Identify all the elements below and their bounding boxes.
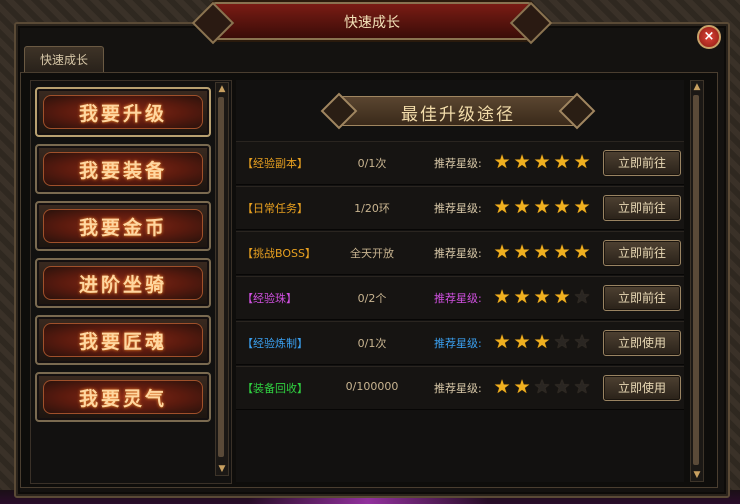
star-icon: ★ bbox=[493, 331, 511, 353]
route-action-button[interactable]: 立即使用 bbox=[603, 330, 681, 356]
menu-button-level-up[interactable]: 我要升级 bbox=[35, 87, 211, 137]
recommended-rating-label: 推荐星级: bbox=[434, 202, 482, 215]
menu-button-craft-soul[interactable]: 我要匠魂 bbox=[35, 315, 211, 365]
recommended-rating-label: 推荐星级: bbox=[434, 157, 482, 170]
star-icon: ★ bbox=[553, 331, 571, 353]
menu-button-label: 进阶坐骑 bbox=[78, 274, 167, 296]
scrollbar-thumb[interactable] bbox=[218, 97, 224, 457]
route-action-button[interactable]: 立即使用 bbox=[603, 375, 681, 401]
star-rating: ★ ★ ★ ★ ★ bbox=[492, 152, 592, 172]
menu-button-equipment[interactable]: 我要装备 bbox=[35, 144, 211, 194]
menu-button-mount[interactable]: 进阶坐骑 bbox=[35, 258, 211, 308]
star-rating: ★ ★ ★ ★ ★ bbox=[492, 242, 592, 262]
route-progress: 全天开放 bbox=[350, 247, 394, 260]
banner-title: 最佳升级途径 bbox=[401, 105, 515, 125]
star-icon: ★ bbox=[513, 376, 531, 398]
star-icon: ★ bbox=[533, 331, 551, 353]
star-icon: ★ bbox=[553, 241, 571, 263]
route-action-button[interactable]: 立即前往 bbox=[603, 285, 681, 311]
route-name: 【挑战BOSS】 bbox=[242, 247, 316, 260]
star-icon: ★ bbox=[553, 376, 571, 398]
route-name: 【日常任务】 bbox=[242, 202, 308, 215]
menu-button-label: 我要匠魂 bbox=[78, 331, 167, 353]
recommended-rating-label: 推荐星级: bbox=[434, 382, 482, 395]
star-icon: ★ bbox=[573, 376, 591, 398]
route-row: 【装备回收】 0/100000 推荐星级: ★ ★ ★ ★ ★ 立即使用 bbox=[236, 366, 684, 410]
route-panel: 最佳升级途径 【经验副本】 0/1次 推荐星级: ★ ★ ★ ★ ★ 立即前往 【日常任务】 1/2… bbox=[236, 80, 684, 482]
route-action-button[interactable]: 立即前往 bbox=[603, 150, 681, 176]
star-icon: ★ bbox=[533, 376, 551, 398]
star-icon: ★ bbox=[533, 286, 551, 308]
recommended-rating-label: 推荐星级: bbox=[434, 292, 482, 305]
window-titlebar: 快速成长 bbox=[191, 1, 553, 45]
star-icon: ★ bbox=[513, 286, 531, 308]
route-name: 【经验炼制】 bbox=[242, 337, 308, 350]
arrow-down-icon[interactable]: ▼ bbox=[216, 463, 228, 475]
star-icon: ★ bbox=[533, 241, 551, 263]
scrollbar-thumb[interactable] bbox=[693, 95, 699, 465]
star-icon: ★ bbox=[493, 196, 511, 218]
star-icon: ★ bbox=[513, 241, 531, 263]
menu-button-label: 我要灵气 bbox=[78, 388, 167, 410]
close-icon[interactable]: × bbox=[697, 25, 721, 49]
route-name: 【装备回收】 bbox=[242, 382, 308, 395]
route-progress: 0/100000 bbox=[345, 380, 399, 393]
star-icon: ★ bbox=[573, 331, 591, 353]
route-row: 【挑战BOSS】 全天开放 推荐星级: ★ ★ ★ ★ ★ 立即前往 bbox=[236, 231, 684, 275]
arrow-up-icon[interactable]: ▲ bbox=[216, 83, 228, 95]
star-icon: ★ bbox=[533, 151, 551, 173]
star-icon: ★ bbox=[553, 286, 571, 308]
recommended-rating-label: 推荐星级: bbox=[434, 337, 482, 350]
star-icon: ★ bbox=[493, 286, 511, 308]
route-row: 【经验珠】 0/2个 推荐星级: ★ ★ ★ ★ ★ 立即前往 bbox=[236, 276, 684, 320]
route-progress: 0/1次 bbox=[357, 157, 387, 170]
menu-button-label: 我要装备 bbox=[78, 160, 167, 182]
menu-button-label: 我要金币 bbox=[78, 217, 167, 239]
star-rating: ★ ★ ★ ★ ★ bbox=[492, 197, 592, 217]
route-row: 【经验副本】 0/1次 推荐星级: ★ ★ ★ ★ ★ 立即前往 bbox=[236, 141, 684, 185]
list-scrollbar[interactable]: ▲ ▼ bbox=[690, 80, 704, 482]
menu-button-gold[interactable]: 我要金币 bbox=[35, 201, 211, 251]
route-row: 【日常任务】 1/20环 推荐星级: ★ ★ ★ ★ ★ 立即前往 bbox=[236, 186, 684, 230]
route-progress: 0/2个 bbox=[357, 292, 387, 305]
recommended-rating-label: 推荐星级: bbox=[434, 247, 482, 260]
route-action-button[interactable]: 立即前往 bbox=[603, 195, 681, 221]
star-icon: ★ bbox=[493, 151, 511, 173]
star-icon: ★ bbox=[513, 151, 531, 173]
star-icon: ★ bbox=[553, 151, 571, 173]
star-icon: ★ bbox=[533, 196, 551, 218]
route-action-button[interactable]: 立即前往 bbox=[603, 240, 681, 266]
star-rating: ★ ★ ★ ★ ★ bbox=[492, 287, 592, 307]
route-name: 【经验副本】 bbox=[242, 157, 308, 170]
star-rating: ★ ★ ★ ★ ★ bbox=[492, 332, 592, 352]
menu-button-spirit[interactable]: 我要灵气 bbox=[35, 372, 211, 422]
tab-quick-growth[interactable]: 快速成长 bbox=[24, 46, 104, 73]
star-icon: ★ bbox=[493, 241, 511, 263]
window-title: 快速成长 bbox=[344, 15, 400, 31]
star-icon: ★ bbox=[493, 376, 511, 398]
star-rating: ★ ★ ★ ★ ★ bbox=[492, 377, 592, 397]
star-icon: ★ bbox=[573, 286, 591, 308]
menu-scrollbar[interactable]: ▲ ▼ bbox=[215, 82, 229, 476]
route-progress: 1/20环 bbox=[354, 202, 390, 215]
arrow-up-icon[interactable]: ▲ bbox=[691, 81, 703, 93]
star-icon: ★ bbox=[553, 196, 571, 218]
route-name: 【经验珠】 bbox=[242, 292, 297, 305]
best-route-banner: 最佳升级途径 bbox=[320, 92, 596, 130]
star-icon: ★ bbox=[573, 151, 591, 173]
category-menu: 我要升级 我要装备 我要金币 进阶坐骑 我要匠魂 我要灵气 bbox=[30, 80, 232, 484]
star-icon: ★ bbox=[513, 196, 531, 218]
arrow-down-icon[interactable]: ▼ bbox=[691, 469, 703, 481]
star-icon: ★ bbox=[573, 196, 591, 218]
star-icon: ★ bbox=[513, 331, 531, 353]
route-progress: 0/1次 bbox=[357, 337, 387, 350]
star-icon: ★ bbox=[573, 241, 591, 263]
route-row: 【经验炼制】 0/1次 推荐星级: ★ ★ ★ ★ ★ 立即使用 bbox=[236, 321, 684, 365]
menu-button-label: 我要升级 bbox=[78, 103, 167, 125]
